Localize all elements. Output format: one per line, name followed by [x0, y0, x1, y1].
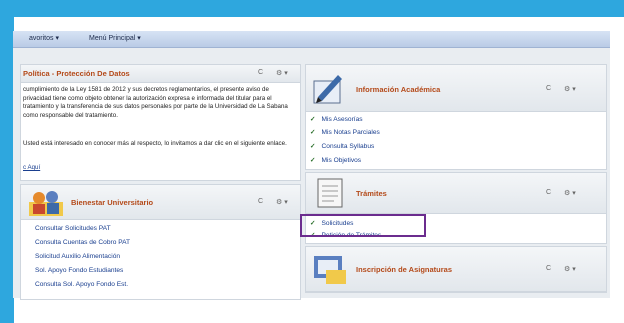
academica-panel-title: Información Académica: [356, 85, 441, 94]
favorites-menu[interactable]: avoritos ▾: [29, 31, 59, 47]
academica-panel-header: Información Académica C ⚙ ▾: [306, 65, 606, 112]
settings-icon[interactable]: ⚙ ▾: [564, 189, 576, 197]
policy-panel-header: Política - Protección De Datos C ⚙ ▾: [21, 65, 300, 83]
bienestar-icon: [29, 191, 63, 216]
settings-icon[interactable]: ⚙ ▾: [564, 85, 576, 93]
refresh-icon[interactable]: C: [546, 265, 551, 272]
refresh-icon[interactable]: C: [546, 85, 551, 92]
refresh-icon[interactable]: C: [258, 69, 263, 76]
list-item[interactable]: ✓ Mis Asesorías: [310, 115, 363, 123]
list-item[interactable]: ✓ Consulta Syllabus: [310, 142, 374, 150]
enrollment-icon: [314, 256, 346, 284]
list-item[interactable]: ✓ Mis Objetivos: [310, 156, 361, 164]
check-icon: ✓: [310, 157, 316, 164]
tramites-panel-header: Trámites C ⚙ ▾: [306, 173, 606, 214]
list-item[interactable]: Consulta Cuentas de Cobro PAT: [35, 239, 130, 246]
policy-panel: Política - Protección De Datos C ⚙ ▾ cum…: [20, 64, 301, 181]
list-item[interactable]: Solicitud Auxilio Alimentación: [35, 253, 120, 260]
policy-link[interactable]: c Aquí: [23, 164, 40, 173]
check-icon: ✓: [310, 129, 316, 136]
highlight-box: [300, 214, 426, 237]
academic-icon: [313, 75, 342, 104]
bienestar-panel: Bienestar Universitario C ⚙ ▾ Consultar …: [20, 184, 301, 300]
inscripcion-panel-title: Inscripción de Asignaturas: [356, 265, 452, 274]
inscripcion-panel-header: Inscripción de Asignaturas C ⚙ ▾: [306, 247, 606, 292]
inscripcion-panel: Inscripción de Asignaturas C ⚙ ▾: [305, 246, 607, 293]
policy-text-1: cumplimiento de la Ley 1581 de 2012 y su…: [23, 86, 288, 119]
tramites-panel-title: Trámites: [356, 189, 387, 198]
bienestar-panel-header: Bienestar Universitario C ⚙ ▾: [21, 185, 300, 220]
list-item[interactable]: Consulta Sol. Apoyo Fondo Est.: [35, 281, 128, 288]
check-icon: ✓: [310, 116, 316, 123]
settings-icon[interactable]: ⚙ ▾: [276, 69, 288, 77]
refresh-icon[interactable]: C: [546, 189, 551, 196]
policy-panel-title: Política - Protección De Datos: [23, 69, 130, 78]
document-icon: [317, 178, 343, 208]
academica-panel: Información Académica C ⚙ ▾ ✓ Mis Asesorí…: [305, 64, 607, 170]
settings-icon[interactable]: ⚙ ▾: [276, 198, 288, 206]
check-icon: ✓: [310, 143, 316, 150]
main-menu[interactable]: Menú Principal ▾: [89, 31, 141, 47]
policy-text-2: Usted está interesado en conocer más al …: [23, 140, 287, 147]
settings-icon[interactable]: ⚙ ▾: [564, 265, 576, 273]
refresh-icon[interactable]: C: [258, 198, 263, 205]
menu-bar: avoritos ▾ Menú Principal ▾: [13, 31, 610, 48]
list-item[interactable]: ✓ Mis Notas Parciales: [310, 128, 380, 136]
list-item[interactable]: Sol. Apoyo Fondo Estudiantes: [35, 267, 123, 274]
bienestar-panel-title: Bienestar Universitario: [71, 198, 154, 207]
list-item[interactable]: Consultar Solicitudes PAT: [35, 225, 111, 232]
